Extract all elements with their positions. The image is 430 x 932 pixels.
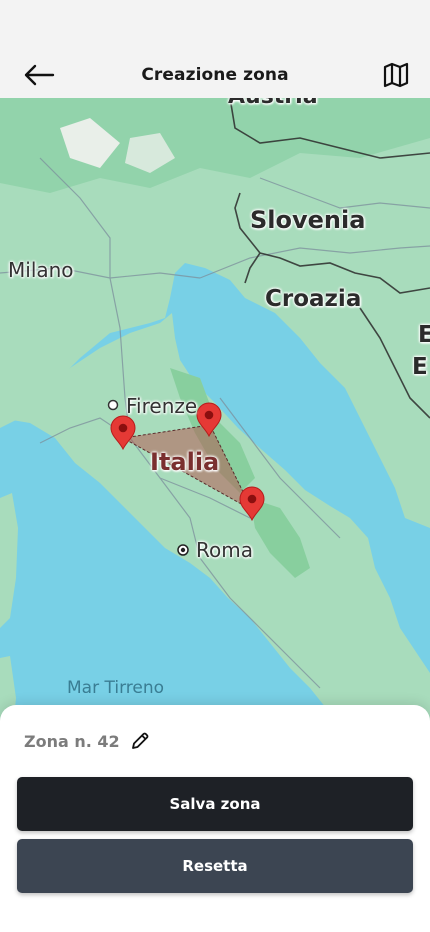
zone-name-row: Zona n. 42 [24,731,150,751]
map-label-croazia: Croazia [265,286,362,312]
map-label-mar-tirreno: Mar Tirreno [67,678,165,698]
map-label-austria: Austria [228,98,318,109]
back-button[interactable] [22,62,56,88]
reset-button[interactable]: Resetta [17,839,413,893]
map-label-partial-1: E [418,322,430,348]
save-zone-button[interactable]: Salva zona [17,777,413,831]
page-title: Creazione zona [141,65,289,85]
map-label-firenze: Firenze [126,394,198,418]
map-icon [383,62,409,88]
pencil-icon[interactable] [130,731,150,751]
map-label-italia: Italia [150,448,220,476]
app-screen: Creazione zona Slovenia Milano Croazia E… [0,0,430,932]
map-label-partial-2: E [412,354,428,380]
map-label-slovenia: Slovenia [250,206,366,234]
bottom-sheet: Zona n. 42 Salva zona Resetta [0,705,430,932]
map-label-milano: Milano [8,258,74,282]
header-bar: Creazione zona [0,52,430,98]
map-canvas[interactable] [0,98,430,738]
map-view-button[interactable] [382,62,410,88]
zone-name: Zona n. 42 [24,731,120,751]
map-label-roma: Roma [196,538,253,562]
firenze-city-dot [107,399,119,411]
map-view[interactable]: Austria Slovenia Milano Croazia E E Fire… [0,98,430,738]
status-bar [0,0,430,52]
arrow-left-icon [24,64,55,86]
